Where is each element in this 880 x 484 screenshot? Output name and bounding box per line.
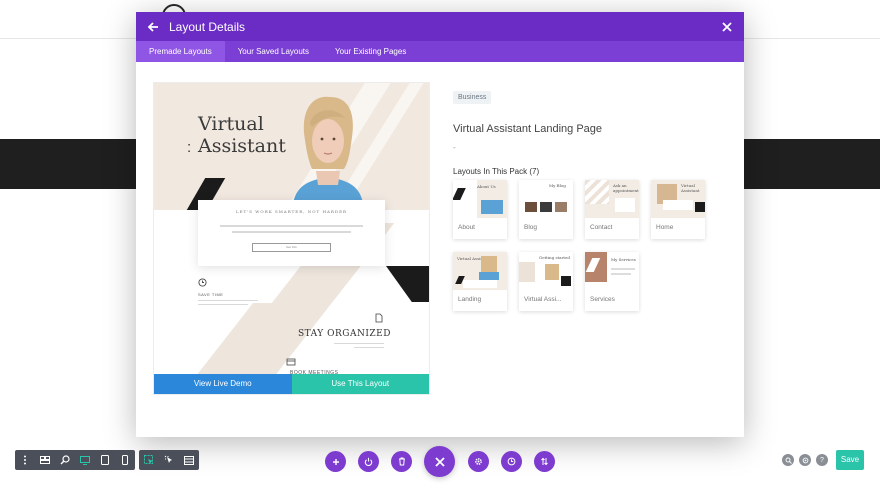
calendar-icon	[286, 358, 296, 366]
modal-title: Layout Details	[169, 19, 246, 34]
pack-item-virtual-assistant[interactable]: Getting started Virtual Assi...	[519, 252, 573, 311]
about-thumbnail: About Us	[453, 180, 507, 218]
pack-item-contact[interactable]: Ask an appointment Contact	[585, 180, 639, 239]
save-button[interactable]: Save	[836, 450, 864, 470]
document-icon	[375, 313, 383, 323]
view-live-demo-button[interactable]: View Live Demo	[154, 374, 292, 394]
close-builder-icon[interactable]	[424, 446, 455, 477]
tab-saved-layouts[interactable]: Your Saved Layouts	[225, 41, 322, 62]
tab-premade-layouts[interactable]: Premade Layouts	[136, 41, 225, 62]
pack-item-landing[interactable]: Virtual Assistant Landing	[453, 252, 507, 311]
layout-details-modal: Layout Details Premade Layouts Your Save…	[136, 12, 744, 437]
modal-tabs: Premade Layouts Your Saved Layouts Your …	[136, 41, 744, 62]
help-controls: ?	[782, 454, 833, 466]
layout-info: Business Virtual Assistant Landing Page …	[453, 86, 723, 176]
builder-controls	[0, 446, 880, 477]
landing-thumbnail: Virtual Assistant	[453, 252, 507, 290]
pack-heading: Layouts In This Pack (7)	[453, 167, 540, 176]
layers-icon[interactable]	[799, 454, 811, 466]
settings-icon[interactable]	[468, 451, 489, 472]
services-thumbnail: My Services	[585, 252, 639, 290]
layout-name: Virtual Assistant Landing Page	[453, 123, 603, 135]
search-icon[interactable]	[782, 454, 794, 466]
tab-existing-pages[interactable]: Your Existing Pages	[322, 41, 419, 62]
back-arrow-icon[interactable]	[146, 20, 160, 34]
preview-stay-organized: STAY ORGANIZED	[298, 329, 391, 339]
contact-thumbnail: Ask an appointment	[585, 180, 639, 218]
portability-icon[interactable]	[534, 451, 555, 472]
trash-icon[interactable]	[391, 451, 412, 472]
preview-actions: View Live Demo Use This Layout	[154, 374, 429, 394]
preview-black-corner	[386, 266, 429, 302]
virtual-assistant-thumbnail: Getting started	[519, 252, 573, 290]
clock-icon	[198, 278, 207, 287]
preview-hero-title: Virtual Assistant	[198, 113, 286, 157]
help-icon[interactable]: ?	[816, 454, 828, 466]
preview-hero: Virtual Assistant :	[154, 83, 429, 223]
layout-description: -	[453, 143, 456, 152]
preview-save-time: SAVE TIME	[198, 292, 224, 297]
pack-layouts-grid: About Us About My Blog Blog Ask an appoi…	[453, 180, 705, 311]
pack-item-blog[interactable]: My Blog Blog	[519, 180, 573, 239]
close-icon[interactable]	[720, 20, 734, 34]
modal-header: Layout Details	[136, 12, 744, 41]
add-icon[interactable]	[325, 451, 346, 472]
pack-item-home[interactable]: Virtual Assistant Home	[651, 180, 705, 239]
pack-item-about[interactable]: About Us About	[453, 180, 507, 239]
history-icon[interactable]	[501, 451, 522, 472]
pack-item-services[interactable]: My Services Services	[585, 252, 639, 311]
use-this-layout-button[interactable]: Use This Layout	[291, 374, 429, 394]
category-tag[interactable]: Business	[453, 91, 492, 104]
blog-thumbnail: My Blog	[519, 180, 573, 218]
preview-accent: :	[187, 139, 192, 156]
layout-preview: Virtual Assistant : LET'S WORK SMARTER, …	[154, 83, 429, 394]
home-thumbnail: Virtual Assistant	[651, 180, 705, 218]
preview-portrait-image	[292, 96, 364, 210]
preview-card: LET'S WORK SMARTER, NOT HARDER Get Info	[198, 200, 385, 266]
power-icon[interactable]	[358, 451, 379, 472]
